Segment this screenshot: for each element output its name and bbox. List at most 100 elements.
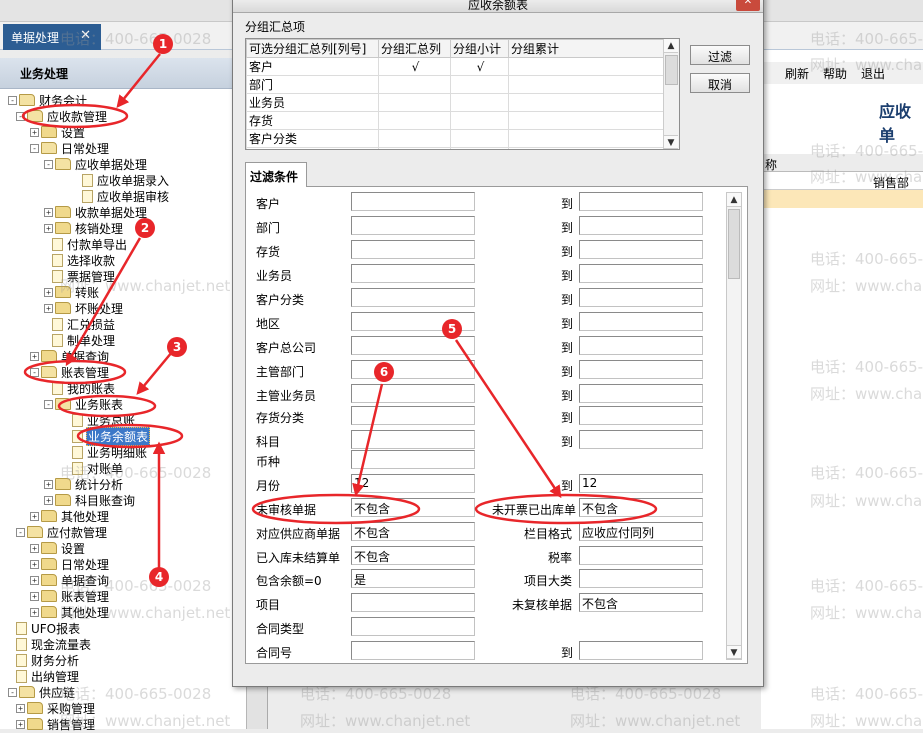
tree-item[interactable]: 现金流量表 [16, 636, 92, 652]
collapse-icon[interactable]: - [8, 687, 17, 697]
tree-item[interactable]: 票据管理 [52, 268, 116, 284]
range-from-input[interactable] [351, 288, 475, 307]
tree-item[interactable]: + 科目账查询 [44, 492, 136, 508]
table-row[interactable]: 部门 [246, 75, 664, 94]
exit-button[interactable]: 退出 [861, 65, 885, 84]
tree-item[interactable]: 对账单 [72, 460, 124, 476]
tree-item[interactable]: + 其他处理 [30, 604, 110, 620]
cancel-button[interactable]: 取消 [690, 73, 750, 93]
tree-item[interactable]: UFO报表 [16, 620, 81, 636]
table-row[interactable]: 客户 √ √ [246, 57, 664, 76]
expand-icon[interactable]: + [44, 495, 53, 505]
help-button[interactable]: 帮助 [823, 65, 847, 84]
range-from-input[interactable] [351, 216, 475, 235]
collapse-icon[interactable]: - [30, 367, 39, 377]
expand-icon[interactable]: + [30, 351, 39, 361]
expand-icon[interactable]: + [30, 559, 39, 569]
expand-icon[interactable]: + [30, 511, 39, 521]
range-to-input[interactable] [579, 312, 703, 331]
scrollbar[interactable]: ▲ ▼ [663, 39, 679, 149]
tree-item[interactable]: + 日常处理 [30, 556, 110, 572]
tree-item[interactable]: - 供应链 [8, 684, 76, 700]
range-to-input[interactable] [579, 216, 703, 235]
expand-icon[interactable]: + [44, 479, 53, 489]
collapse-icon[interactable]: - [8, 95, 17, 105]
range-from-input[interactable] [351, 360, 475, 379]
tree-item[interactable]: + 采购管理 [16, 700, 96, 716]
unreviewed-select[interactable]: 不包含 [579, 593, 703, 612]
tab-filter-conditions[interactable]: 过滤条件 [245, 162, 307, 187]
range-from-input[interactable] [351, 240, 475, 259]
contract-type-input[interactable] [351, 617, 475, 636]
tree-item[interactable]: + 收款单据处理 [44, 204, 148, 220]
tree-item[interactable]: 业务明细账 [72, 444, 148, 460]
project-input[interactable] [351, 593, 475, 612]
expand-icon[interactable]: + [30, 607, 39, 617]
tree-item[interactable]: + 核销处理 [44, 220, 124, 236]
range-to-input[interactable] [579, 360, 703, 379]
range-to-input[interactable] [579, 192, 703, 211]
tab-document-processing[interactable]: 单据处理 ✕ [3, 24, 101, 50]
tree-item[interactable]: + 设置 [30, 124, 86, 140]
tree-item[interactable]: + 其他处理 [30, 508, 110, 524]
tree-item[interactable]: + 账表管理 [30, 588, 110, 604]
tree-item[interactable]: - 业务账表 [44, 396, 124, 412]
vendor-bill-select[interactable]: 不包含 [351, 522, 475, 541]
expand-icon[interactable]: + [44, 207, 53, 217]
close-icon[interactable]: ✕ [80, 28, 91, 43]
tree-item[interactable]: 汇兑损益 [52, 316, 116, 332]
range-to-input[interactable] [579, 264, 703, 283]
tree-item[interactable]: 应收单据审核 [82, 188, 170, 204]
tree-item[interactable]: 出纳管理 [16, 668, 80, 684]
tree-item[interactable]: 财务分析 [16, 652, 80, 668]
collapse-icon[interactable]: - [16, 111, 25, 121]
zero-balance-select[interactable]: 是 [351, 569, 475, 588]
tree-item[interactable]: - 日常处理 [30, 140, 110, 156]
tree-item[interactable]: - 应收款管理 [16, 108, 108, 124]
range-from-input[interactable] [351, 312, 475, 331]
table-row[interactable]: 业务员 [246, 93, 664, 112]
range-from-input[interactable] [351, 430, 475, 449]
range-to-input[interactable] [579, 430, 703, 449]
collapse-icon[interactable]: - [16, 527, 25, 537]
scroll-down-icon[interactable]: ▼ [664, 135, 678, 149]
tree-item[interactable]: 我的账表 [52, 380, 116, 396]
tax-rate-input[interactable] [579, 546, 703, 565]
tree-item[interactable]: 制单处理 [52, 332, 116, 348]
collapse-icon[interactable]: - [44, 159, 53, 169]
tree-item[interactable]: - 财务会计 [8, 92, 88, 108]
range-from-input[interactable] [351, 384, 475, 403]
tree-item[interactable]: 业务余额表 [72, 426, 151, 446]
tree-item[interactable]: + 单据查询 [30, 348, 110, 364]
expand-icon[interactable]: + [30, 543, 39, 553]
uninvoiced-select[interactable]: 不包含 [579, 498, 703, 517]
tree-item[interactable]: + 统计分析 [44, 476, 124, 492]
expand-icon[interactable]: + [16, 719, 25, 729]
table-row[interactable]: 存货 [246, 111, 664, 130]
tree-item[interactable]: + 设置 [30, 540, 86, 556]
expand-icon[interactable]: + [30, 127, 39, 137]
scrollbar[interactable]: ▲ ▼ [726, 192, 742, 660]
tree-item[interactable]: + 转账 [44, 284, 100, 300]
range-from-input[interactable] [351, 192, 475, 211]
grid-row[interactable]: 销售部 [761, 172, 923, 190]
filter-ok-button[interactable]: 过滤 [690, 45, 750, 65]
tree-item[interactable]: + 销售管理 [16, 716, 96, 732]
scroll-thumb[interactable] [665, 55, 678, 85]
currency-input[interactable] [351, 450, 475, 469]
grid-row-selected[interactable] [761, 190, 923, 208]
tree-item[interactable]: + 单据查询 [30, 572, 110, 588]
collapse-icon[interactable]: - [30, 143, 39, 153]
tree-item[interactable]: - 应收单据处理 [44, 156, 148, 172]
tree-item[interactable]: 选择收款 [52, 252, 116, 268]
expand-icon[interactable]: + [44, 287, 53, 297]
expand-icon[interactable]: + [44, 303, 53, 313]
range-from-input[interactable] [351, 336, 475, 355]
contract-no-to-input[interactable] [579, 641, 703, 660]
month-to-input[interactable]: 12 [579, 474, 703, 493]
range-to-input[interactable] [579, 288, 703, 307]
range-to-input[interactable] [579, 240, 703, 259]
expand-icon[interactable]: + [30, 575, 39, 585]
refresh-button[interactable]: 刷新 [785, 65, 809, 84]
expand-icon[interactable]: + [16, 703, 25, 713]
